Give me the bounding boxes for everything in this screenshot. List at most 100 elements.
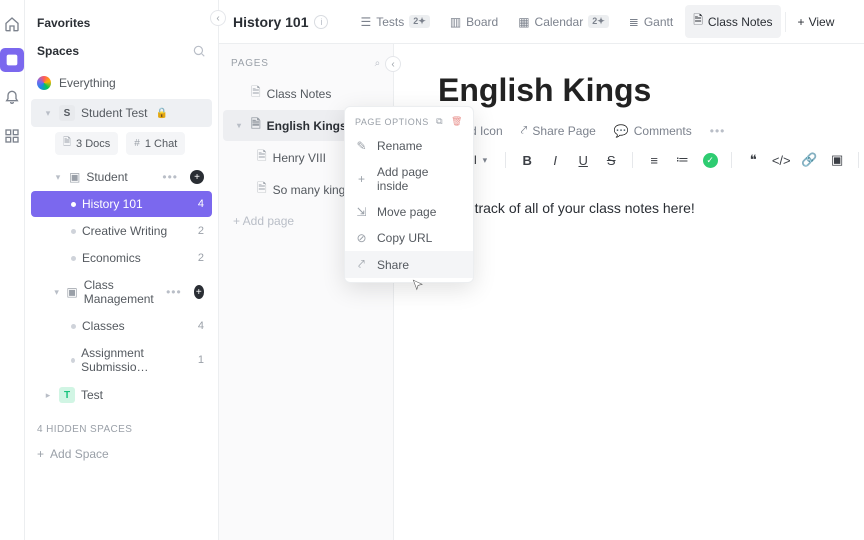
- file-icon: 🗎: [251, 115, 261, 136]
- favorites-header[interactable]: Favorites: [25, 12, 218, 40]
- delete-icon[interactable]: 🗑: [451, 116, 463, 127]
- doc-actions: ☺Add Icon ⤤Share Page 💬Comments •••: [438, 123, 864, 138]
- everything-label: Everything: [59, 76, 116, 90]
- hash-icon: #: [134, 138, 140, 149]
- code-button[interactable]: </>: [772, 153, 790, 168]
- add-icon[interactable]: +: [190, 170, 204, 184]
- checklist-button[interactable]: ✓: [701, 153, 719, 168]
- menu-share[interactable]: ⤤Share: [345, 251, 473, 278]
- tab-board[interactable]: ▥Board: [442, 9, 506, 35]
- sidebar: ‹ Favorites Spaces Everything ▾ S Studen…: [25, 0, 219, 540]
- pages-panel: ‹ PAGES ⌕ 🗎 Class Notes ▾ 🗎 English King…: [219, 44, 394, 540]
- apps-icon[interactable]: [2, 126, 22, 146]
- home-icon[interactable]: [2, 14, 22, 34]
- space-name: Student Test: [81, 106, 148, 120]
- plus-icon: +: [798, 15, 805, 29]
- sidebar-item-everything[interactable]: Everything: [25, 68, 218, 98]
- tab-calendar[interactable]: ▦Calendar2✦: [510, 9, 617, 35]
- list-dot-icon: [71, 324, 76, 329]
- doc-icon: 🗎: [63, 135, 71, 152]
- file-icon: 🗎: [251, 83, 261, 104]
- strikethrough-button[interactable]: S: [602, 153, 620, 168]
- italic-button[interactable]: I: [546, 153, 564, 168]
- add-view-button[interactable]: +View: [790, 10, 843, 34]
- page-options-menu: PAGE OPTIONS ⧉ 🗑 ✎Rename +Add page insid…: [344, 106, 474, 283]
- doc-body[interactable]: Keep track of all of your class notes he…: [438, 182, 864, 216]
- tab-class-notes[interactable]: 🗎Class Notes: [685, 5, 780, 38]
- file-icon: 🗎: [257, 179, 267, 200]
- list-dot-icon: [71, 256, 76, 261]
- docs-chip[interactable]: 🗎3 Docs: [55, 132, 118, 155]
- numbered-list-button[interactable]: ≔: [673, 152, 691, 168]
- menu-move-page[interactable]: ⇲Move page: [345, 199, 473, 225]
- tab-gantt[interactable]: ≣Gantt: [621, 9, 681, 35]
- tab-tests[interactable]: ☰Tests2✦: [352, 9, 437, 35]
- plus-icon: +: [355, 172, 368, 186]
- sidebar-collapse-icon[interactable]: ‹: [210, 10, 226, 26]
- folder-icon: ▣: [69, 170, 80, 184]
- comments-button[interactable]: 💬Comments: [614, 124, 692, 138]
- notifications-icon[interactable]: [2, 86, 22, 106]
- everything-icon: [37, 76, 51, 90]
- list-creative-writing[interactable]: Creative Writing2: [31, 218, 212, 244]
- search-icon[interactable]: [192, 44, 206, 58]
- space-test[interactable]: ▸ T Test: [31, 381, 212, 409]
- share-icon: ⤤: [355, 257, 368, 272]
- add-icon[interactable]: +: [194, 285, 204, 299]
- doc-icon: 🗎: [693, 11, 703, 32]
- view-tabs: ☰Tests2✦ ▥Board ▦Calendar2✦ ≣Gantt 🗎Clas…: [352, 5, 842, 38]
- doc-title[interactable]: English Kings: [438, 72, 864, 109]
- image-button[interactable]: ▣: [828, 152, 846, 168]
- duplicate-icon[interactable]: ⧉: [436, 116, 443, 127]
- menu-copy-url[interactable]: ⊘Copy URL: [345, 225, 473, 251]
- underline-button[interactable]: U: [574, 153, 592, 168]
- topbar: History 101 i ☰Tests2✦ ▥Board ▦Calendar2…: [219, 0, 864, 44]
- list-dot-icon: [71, 229, 76, 234]
- folder-class-management[interactable]: ▾ ▣ Class Management ••• +: [31, 272, 212, 312]
- editor-toolbar: Normal▾ B I U S ≡ ≔ ✓ ❝ </> 🔗 ▣: [438, 148, 864, 182]
- spaces-header[interactable]: Spaces: [25, 40, 218, 68]
- menu-add-page-inside[interactable]: +Add page inside: [345, 159, 473, 199]
- chevron-down-icon: ▾: [53, 172, 63, 183]
- folder-label: Class Management: [84, 278, 160, 306]
- chevron-down-icon: ▾: [237, 121, 245, 130]
- list-assignment-submission[interactable]: Assignment Submissio…1: [31, 340, 212, 380]
- chat-chip[interactable]: #1 Chat: [126, 132, 185, 155]
- file-icon: 🗎: [257, 147, 267, 168]
- divider: [632, 152, 633, 168]
- list-classes[interactable]: Classes4: [31, 313, 212, 339]
- menu-rename[interactable]: ✎Rename: [345, 133, 473, 159]
- spaces-icon[interactable]: [0, 48, 24, 72]
- share-page-button[interactable]: ⤤Share Page: [521, 123, 596, 138]
- pencil-icon: ✎: [355, 139, 368, 153]
- board-icon: ▥: [450, 15, 461, 29]
- link-button[interactable]: 🔗: [800, 152, 818, 168]
- page-title: History 101: [233, 14, 308, 30]
- divider: [505, 152, 506, 168]
- folder-icon: ▣: [66, 285, 77, 299]
- list-icon: ☰: [360, 15, 371, 29]
- space-initial: S: [59, 105, 75, 121]
- folder-student[interactable]: ▾ ▣ Student ••• +: [31, 164, 212, 190]
- plus-icon: +: [37, 447, 44, 461]
- quote-button[interactable]: ❝: [744, 152, 762, 168]
- page-class-notes[interactable]: 🗎 Class Notes: [223, 78, 389, 109]
- breadcrumb[interactable]: History 101 i: [233, 14, 328, 30]
- bullet-list-button[interactable]: ≡: [645, 153, 663, 168]
- space-initial: T: [59, 387, 75, 403]
- space-student-test[interactable]: ▾ S Student Test 🔒: [31, 99, 212, 127]
- list-history-101[interactable]: History 1014: [31, 191, 212, 217]
- nav-rail: [0, 0, 25, 540]
- search-icon[interactable]: ⌕: [375, 58, 381, 69]
- comment-icon: 💬: [614, 124, 629, 138]
- bold-button[interactable]: B: [518, 153, 536, 168]
- hidden-spaces-label[interactable]: 4 HIDDEN SPACES: [25, 410, 218, 441]
- space-name: Test: [81, 388, 103, 402]
- main: History 101 i ☰Tests2✦ ▥Board ▦Calendar2…: [219, 0, 864, 540]
- info-icon[interactable]: i: [314, 15, 328, 29]
- list-dot-icon: [71, 358, 75, 363]
- divider: [785, 12, 786, 32]
- divider: [731, 152, 732, 168]
- add-space-button[interactable]: +Add Space: [25, 441, 218, 467]
- list-economics[interactable]: Economics2: [31, 245, 212, 271]
